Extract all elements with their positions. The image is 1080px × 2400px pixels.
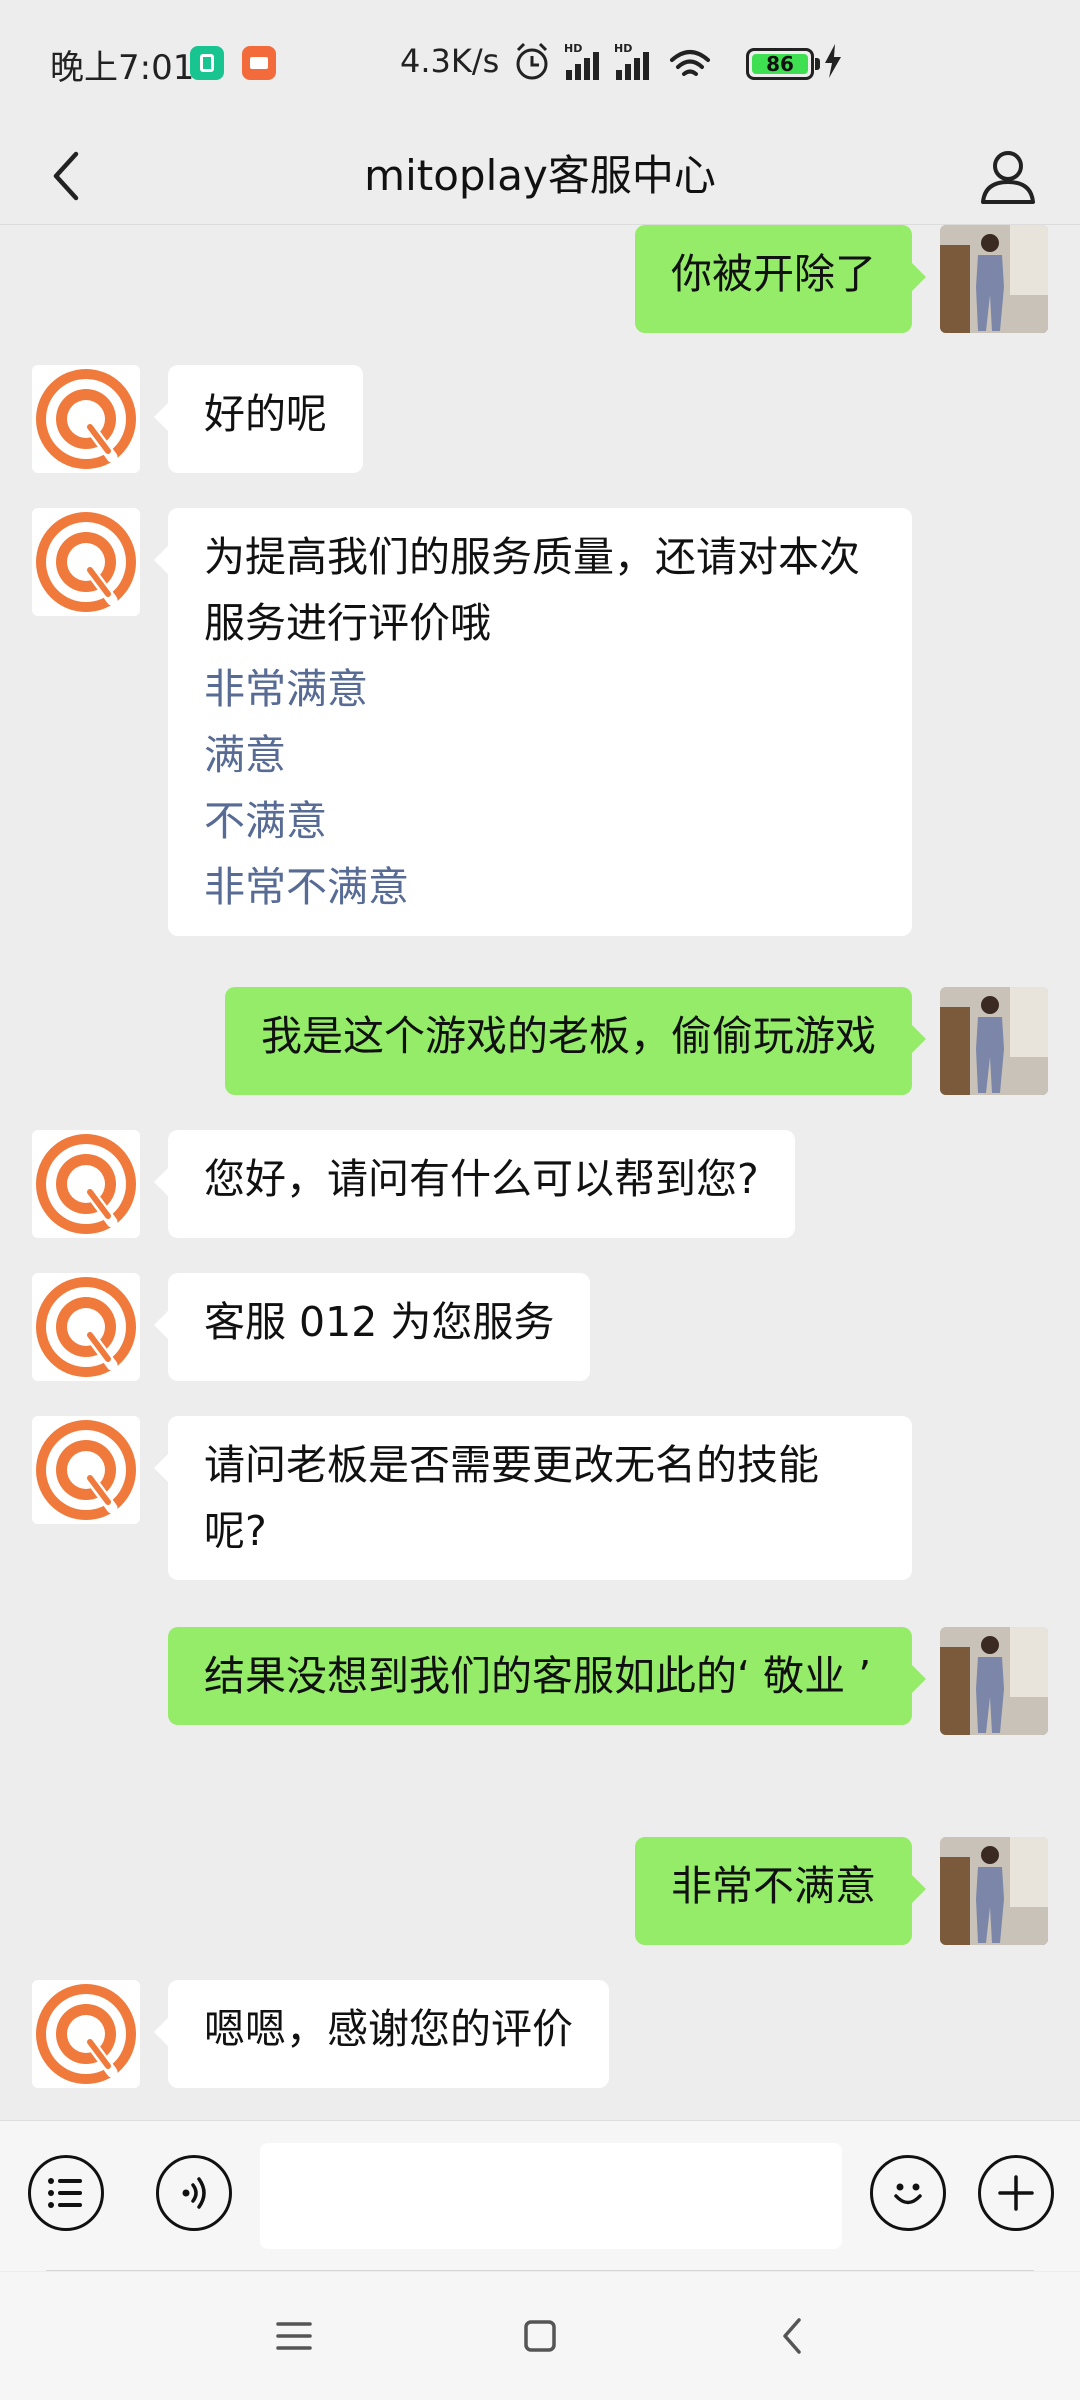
voice-button[interactable] [156,2155,232,2231]
app-notification-icon [190,46,224,80]
status-time: 晚上7:01 [50,48,195,88]
message-text: 结果没想到我们的客服如此的‘ 敬业 ’ [204,1652,872,1700]
screen-record-icon [242,46,276,80]
user-photo-icon [940,987,1048,1095]
message-text: 好的呢 [204,390,327,438]
message-row: 客服 012 为您服务 [0,1273,1080,1383]
alarm-icon [516,42,548,80]
message-text: 嗯嗯，感谢您的评价 [204,2005,573,2053]
nav-back-button[interactable] [752,2296,832,2376]
user-avatar[interactable] [940,987,1048,1095]
rating-option-unsatisfied[interactable]: 不满意 [204,788,876,854]
message-text: 我是这个游戏的老板，偷偷玩游戏 [261,1012,876,1060]
cell-signal-1-icon: HD [564,42,599,80]
profile-button[interactable] [966,134,1050,218]
bot-avatar[interactable] [32,365,140,473]
svg-text:HD: HD [614,42,632,55]
message-text: 客服 012 为您服务 [204,1298,555,1346]
user-photo-icon [940,1627,1048,1735]
plus-button[interactable] [978,2155,1054,2231]
mitoplay-logo-icon [36,1420,136,1520]
message-row: 结果没想到我们的客服如此的‘ 敬业 ’ [0,1627,1080,1807]
nav-home-button[interactable] [500,2296,580,2376]
bot-avatar[interactable] [32,1273,140,1381]
charging-icon [825,44,841,78]
message-row: 为提高我们的服务质量，还请对本次服务进行评价哦 非常满意 满意 不满意 非常不满… [0,508,1080,948]
emoji-button[interactable] [870,2155,946,2231]
profile-icon [981,151,1035,204]
message-text: 非常不满意 [671,1862,876,1910]
mitoplay-logo-icon [36,369,136,469]
chat-header: mitoplay客服中心 [0,128,1080,225]
message-text: 为提高我们的服务质量，还请对本次服务进行评价哦 [204,533,860,647]
message-bubble[interactable]: 请问老板是否需要更改无名的技能呢? [154,1416,912,1580]
bot-avatar[interactable] [32,1416,140,1524]
message-row: 好的呢 [0,365,1080,475]
user-photo-icon [940,1837,1048,1945]
system-nav-bar [0,2272,1080,2400]
message-row: 嗯嗯，感谢您的评价 [0,1980,1080,2090]
message-text: 请问老板是否需要更改无名的技能呢? [204,1441,819,1555]
bot-avatar[interactable] [32,1130,140,1238]
message-row: 我是这个游戏的老板，偷偷玩游戏 [0,987,1080,1097]
rating-option-very-unsatisfied[interactable]: 非常不满意 [204,854,876,920]
message-bubble[interactable]: 好的呢 [154,365,363,473]
message-bubble[interactable]: 为提高我们的服务质量，还请对本次服务进行评价哦 非常满意 满意 不满意 非常不满… [154,508,912,936]
input-bar [0,2120,1080,2271]
message-input[interactable] [260,2143,842,2249]
message-bubble[interactable]: 您好，请问有什么可以帮到您? [154,1130,795,1238]
rating-option-satisfied[interactable]: 满意 [204,722,876,788]
rating-option-very-satisfied[interactable]: 非常满意 [204,656,876,722]
message-row: 你被开除了 [0,225,1080,335]
message-bubble[interactable]: 我是这个游戏的老板，偷偷玩游戏 [225,987,926,1095]
voice-icon [182,2177,206,2209]
message-bubble[interactable]: 嗯嗯，感谢您的评价 [154,1980,609,2088]
cell-signal-2-icon: HD [614,42,649,80]
message-text: 您好，请问有什么可以帮到您? [204,1155,759,1203]
back-arrow-icon [53,151,79,201]
chat-area[interactable]: 你被开除了 好的呢 为提高我们的服务质量，还请对本次服务进行评价哦 非常满意 满… [0,225,1080,2120]
message-bubble[interactable]: 非常不满意 [635,1837,926,1945]
svg-text:HD: HD [564,42,582,55]
divider [46,2270,1034,2271]
battery-indicator: 86 [746,48,820,80]
bot-avatar[interactable] [32,508,140,616]
message-row: 非常不满意 [0,1837,1080,1947]
plus-icon [998,2175,1034,2211]
user-avatar[interactable] [940,1837,1048,1945]
message-bubble[interactable]: 客服 012 为您服务 [153,1273,591,1381]
menu-button[interactable] [28,2155,104,2231]
user-photo-icon [940,225,1048,333]
home-square-icon [524,2320,556,2352]
message-row: 请问老板是否需要更改无名的技能呢? [0,1416,1080,1596]
nav-menu-button[interactable] [254,2296,334,2376]
mitoplay-logo-icon [36,1134,136,1234]
battery-level: 86 [766,52,794,76]
emoji-icon [894,2183,922,2205]
message-bubble[interactable]: 你被开除了 [635,225,926,333]
menu-list-icon [48,2178,82,2208]
page-title: mitoplay客服中心 [364,151,716,200]
mitoplay-logo-icon [36,1277,136,1377]
hamburger-icon [276,2322,312,2350]
back-button[interactable] [30,140,102,212]
bot-avatar[interactable] [32,1980,140,2088]
back-chevron-icon [783,2318,801,2354]
wifi-icon [670,50,710,76]
status-bar: 晚上7:01 4.3K/s HD HD 86 [0,0,1080,128]
user-avatar[interactable] [940,225,1048,333]
mitoplay-logo-icon [36,1984,136,2084]
message-text: 你被开除了 [671,250,876,298]
network-speed: 4.3K/s [400,42,500,80]
message-row: 您好，请问有什么可以帮到您? [0,1130,1080,1240]
mitoplay-logo-icon [36,512,136,612]
signal-icons: HD HD [516,42,710,80]
user-avatar[interactable] [940,1627,1048,1735]
message-bubble[interactable]: 结果没想到我们的客服如此的‘ 敬业 ’ [168,1627,926,1725]
